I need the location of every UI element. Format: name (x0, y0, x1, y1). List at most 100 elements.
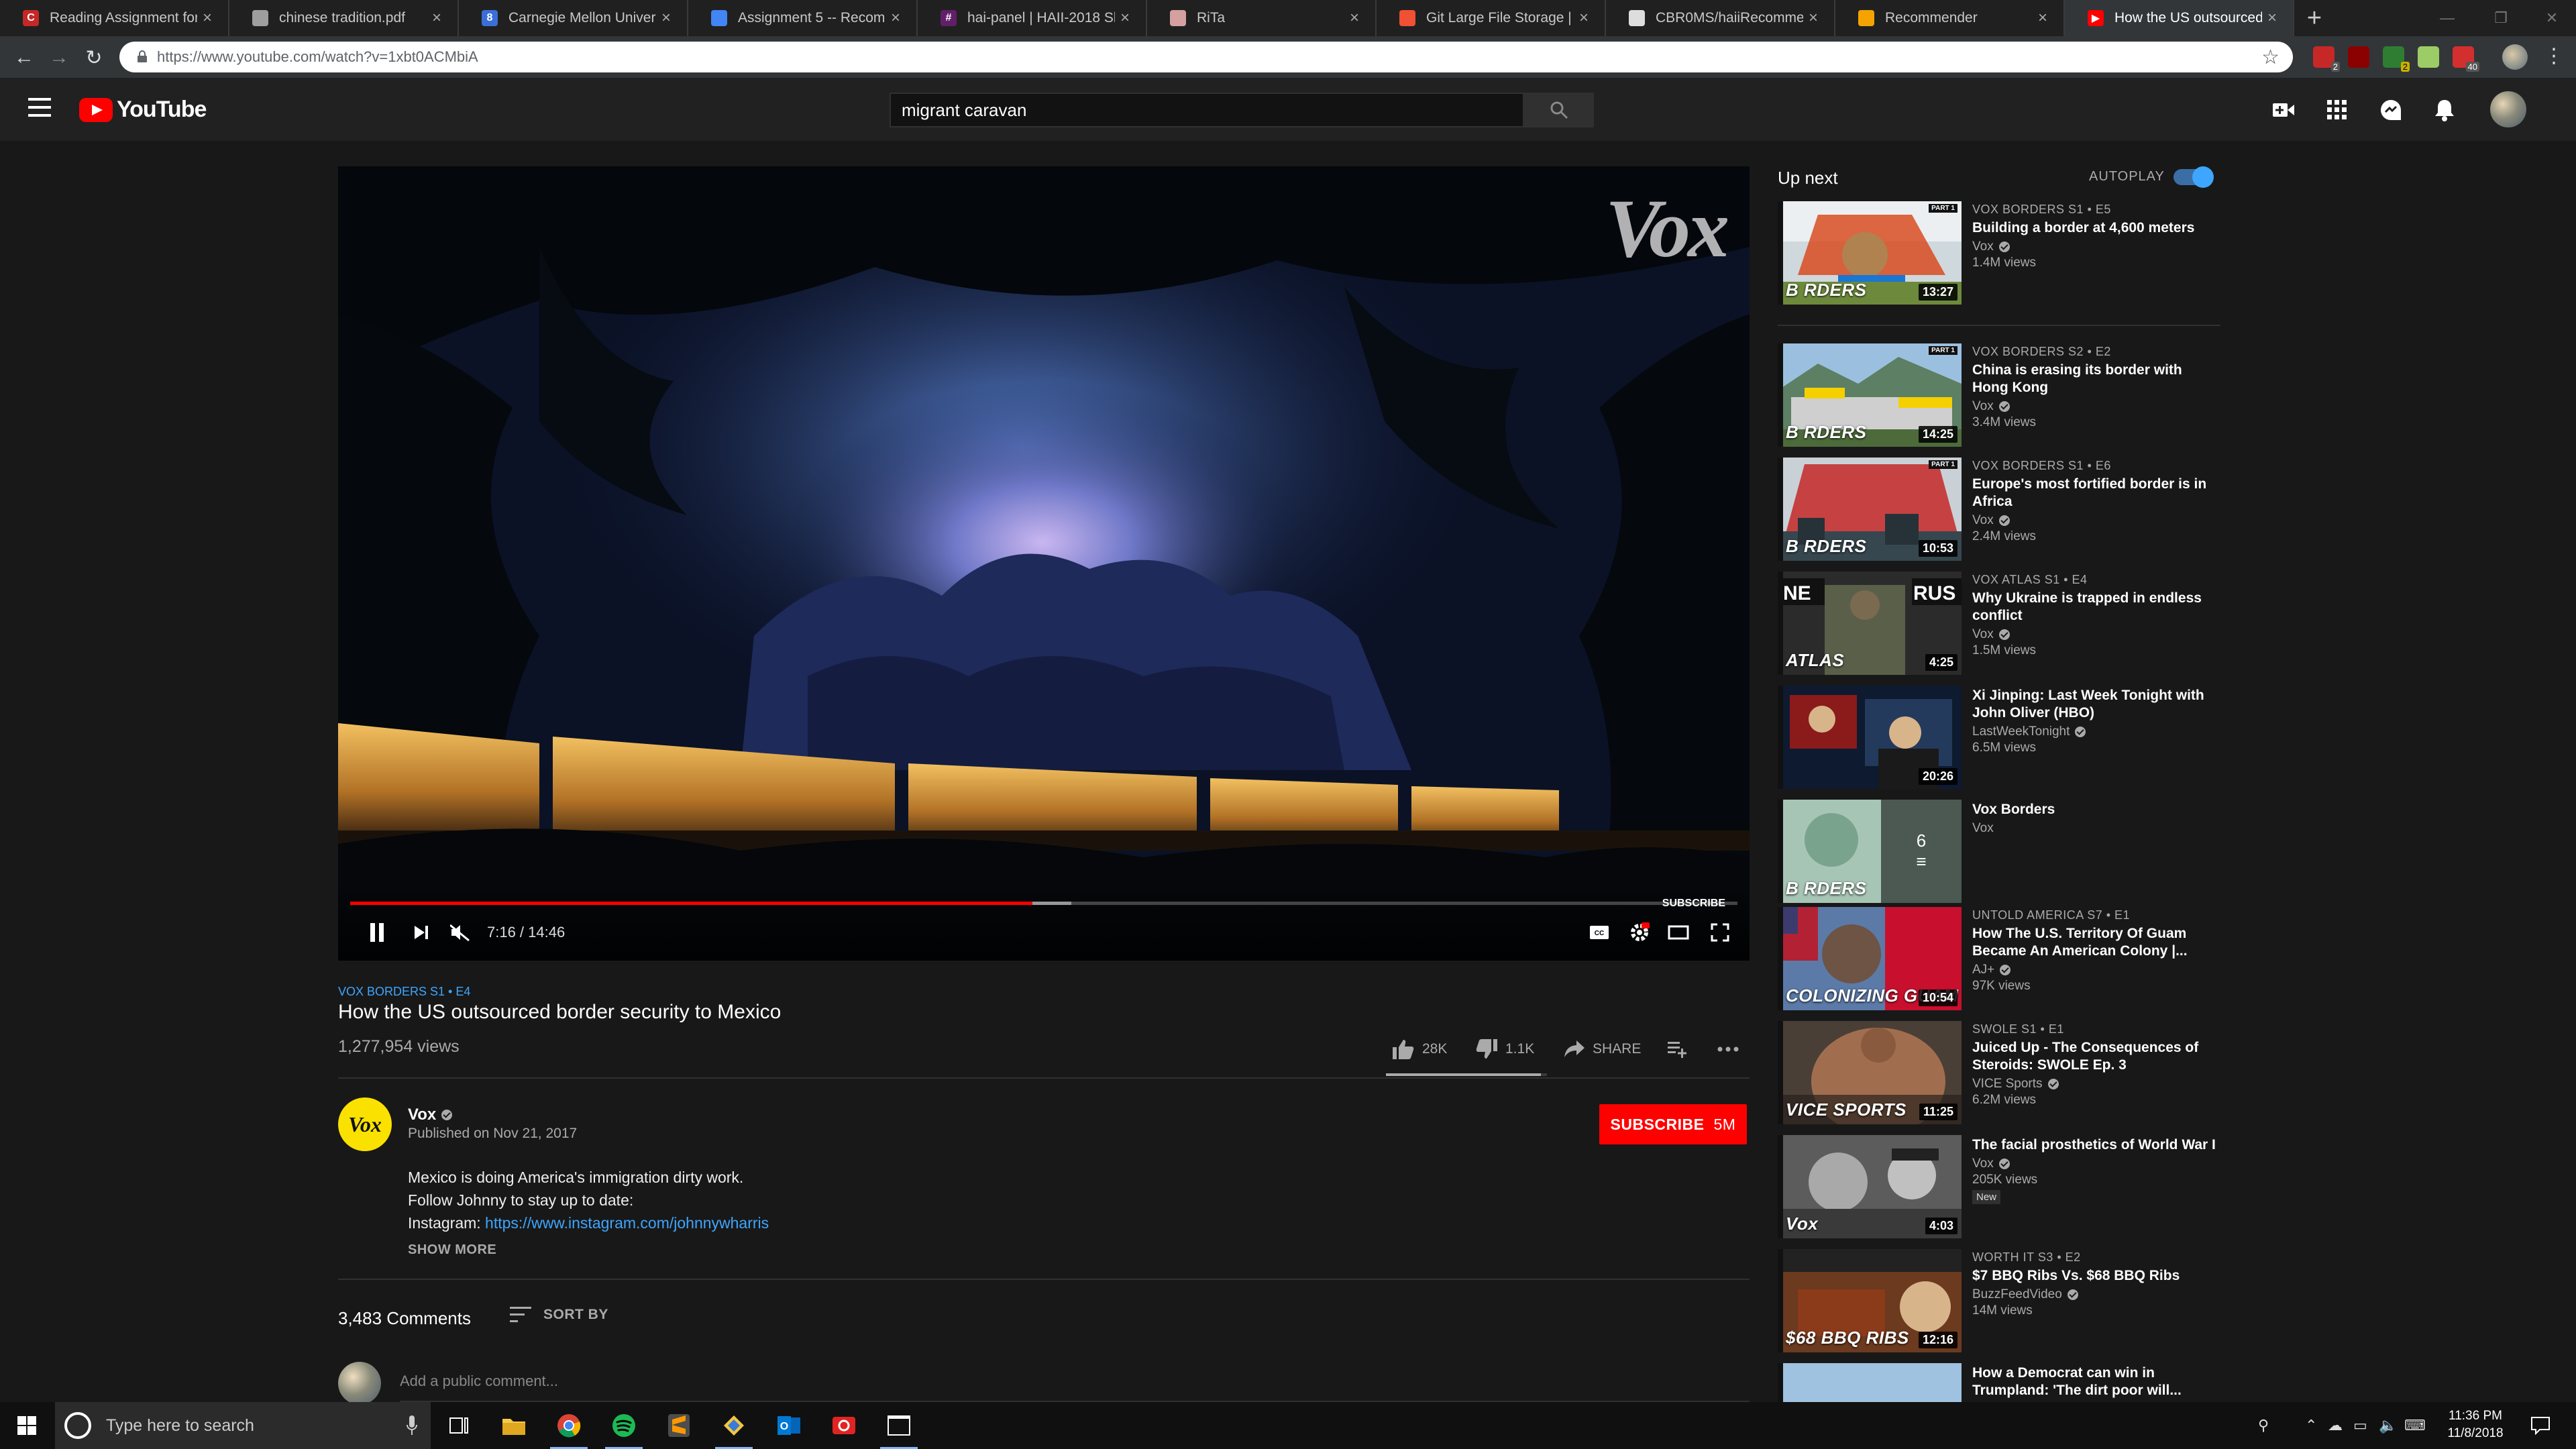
microphone-icon[interactable] (407, 1415, 417, 1436)
settings-gear-icon[interactable] (1626, 918, 1653, 947)
recommended-title[interactable]: China is erasing its border with Hong Ko… (1972, 362, 2220, 396)
comment-input[interactable] (400, 1362, 1750, 1402)
onedrive-cloud-icon[interactable]: ☁ (2328, 1402, 2343, 1449)
recommended-video[interactable]: B RDERS 6 ≡ Vox Borders Vox (1778, 800, 2220, 904)
browser-tab[interactable]: # hai-panel | HAII-2018 Slack × (918, 0, 1147, 36)
notifications-bell-icon[interactable] (2432, 98, 2457, 122)
volume-icon[interactable]: 🔈 (2379, 1402, 2397, 1449)
channel-name[interactable]: Vox (408, 1106, 453, 1124)
recommended-video[interactable]: Vox 4:03 The facial prosthetics of World W… (1778, 1135, 2220, 1240)
channel-avatar[interactable]: Vox (338, 1097, 392, 1151)
next-video-icon[interactable] (407, 918, 436, 947)
recommended-title[interactable]: How a Democrat can win in Trumpland: 'Th… (1972, 1364, 2220, 1399)
video-thumbnail[interactable]: B RDERS PART 1 14:25 (1778, 343, 1962, 447)
show-hidden-icons-chevron-icon[interactable]: ⌃ (2305, 1402, 2317, 1449)
browser-menu-icon[interactable]: ⋮ (2544, 44, 2564, 68)
recommended-video[interactable]: B RDERS PART 1 10:53 VOX BORDERS S1 • E6 Eur… (1778, 458, 2220, 562)
browser-tab[interactable]: chinese tradition.pdf × (229, 0, 459, 36)
recommended-title[interactable]: The facial prosthetics of World War I (1972, 1136, 2220, 1154)
minimize-window-icon[interactable]: — (2420, 0, 2474, 36)
video-thumbnail[interactable]: Vox 4:03 (1778, 1135, 1962, 1238)
youtube-logo[interactable]: YouTube (79, 97, 207, 123)
muted-volume-icon[interactable] (445, 918, 475, 947)
tab-close-icon[interactable]: × (1809, 9, 1818, 28)
tab-close-icon[interactable]: × (203, 9, 212, 28)
tab-close-icon[interactable]: × (2038, 9, 2047, 28)
video-thumbnail[interactable]: $68 BBQ RIBS 12:16 (1778, 1249, 1962, 1352)
taskbar-clock[interactable]: 11:36 PM 11/8/2018 (2435, 1407, 2516, 1442)
search-input[interactable] (891, 94, 1523, 126)
video-series-link[interactable]: VOX BORDERS S1 • E4 (338, 985, 470, 999)
recommended-video[interactable]: B RDERS PART 1 13:27 VOX BORDERS S1 • E5 Bui… (1778, 201, 2220, 306)
terminal-window-icon[interactable] (872, 1402, 926, 1449)
browser-tab[interactable]: Recommender × (1835, 0, 2065, 36)
sketch-app-icon[interactable] (707, 1402, 761, 1449)
extension-icon-5[interactable]: 40 (2453, 46, 2479, 72)
tab-close-icon[interactable]: × (1579, 9, 1589, 28)
more-actions-button[interactable] (1717, 1037, 1747, 1061)
subscribe-button[interactable]: SUBSCRIBE 5M (1599, 1104, 1747, 1144)
like-button[interactable]: 28K (1393, 1037, 1447, 1061)
recommended-title[interactable]: How The U.S. Territory Of Guam Became An… (1972, 925, 2220, 960)
video-thumbnail[interactable]: COLONIZING GUAM 10:54 (1778, 907, 1962, 1010)
recommended-title[interactable]: Xi Jinping: Last Week Tonight with John … (1972, 687, 2220, 722)
network-icon[interactable]: ▭ (2353, 1402, 2367, 1449)
video-thumbnail[interactable] (1778, 1363, 1962, 1402)
extension-icon-3[interactable]: 2 (2383, 46, 2410, 72)
browser-tab[interactable]: ▶ How the US outsourced bo × (2065, 0, 2294, 36)
forward-icon[interactable]: → (46, 44, 72, 71)
recommended-title[interactable]: $7 BBQ Ribs Vs. $68 BBQ Ribs (1972, 1267, 2220, 1285)
recommended-channel[interactable]: Vox (1972, 627, 2220, 642)
search-button[interactable] (1524, 93, 1594, 127)
recommended-channel[interactable]: Vox (1972, 1157, 2220, 1171)
autoplay-toggle[interactable] (2174, 166, 2214, 188)
browser-profile-avatar[interactable] (2502, 44, 2528, 70)
extension-icon-4[interactable] (2418, 46, 2439, 68)
close-window-icon[interactable]: ✕ (2528, 0, 2576, 36)
video-thumbnail[interactable]: NE RUS ATLAS 4:25 (1778, 572, 1962, 675)
recommended-title[interactable]: Europe's most fortified border is in Afr… (1972, 476, 2220, 511)
recommended-title[interactable]: Juiced Up - The Consequences of Steroids… (1972, 1039, 2220, 1074)
apps-grid-icon[interactable] (2325, 98, 2349, 122)
recommended-title[interactable]: Why Ukraine is trapped in endless confli… (1972, 590, 2220, 625)
video-thumbnail[interactable]: VICE SPORTS 11:25 (1778, 1021, 1962, 1124)
tab-close-icon[interactable]: × (2267, 9, 2277, 28)
chrome-taskbar-icon[interactable] (542, 1402, 596, 1449)
taskbar-search-box[interactable]: Type here to search (55, 1402, 431, 1449)
recommended-channel[interactable]: Vox (1972, 513, 2220, 528)
share-button[interactable]: SHARE (1564, 1037, 1641, 1061)
recommended-channel[interactable]: AJ+ (1972, 963, 2220, 977)
extension-icon-1[interactable]: 2 (2313, 46, 2340, 72)
outlook-icon[interactable]: O (762, 1402, 816, 1449)
browser-tab[interactable]: Assignment 5 -- Recomme × (688, 0, 918, 36)
browser-tab[interactable]: CBR0MS/haiiRecommende × (1606, 0, 1835, 36)
tab-close-icon[interactable]: × (661, 9, 671, 28)
bookmark-star-icon[interactable]: ☆ (2261, 46, 2279, 69)
browser-tab[interactable]: 8 Carnegie Mellon University × (459, 0, 688, 36)
video-thumbnail[interactable]: B RDERS PART 1 13:27 (1778, 201, 1962, 305)
recommended-video[interactable]: 20:26 Xi Jinping: Last Week Tonight with … (1778, 686, 2220, 790)
subscribe-watermark[interactable]: SUBSCRIBE (1662, 898, 1725, 910)
instagram-link[interactable]: https://www.instagram.com/johnnywharris (485, 1214, 769, 1232)
recommended-video[interactable]: B RDERS PART 1 14:25 VOX BORDERS S2 • E2 Chi… (1778, 343, 2220, 448)
recommended-channel[interactable]: Vox (1972, 239, 2220, 254)
keyboard-input-icon[interactable]: ⌨ (2404, 1402, 2426, 1449)
recommended-video[interactable]: NE RUS ATLAS 4:25 VOX ATLAS S1 • E4 Why Ukrai… (1778, 572, 2220, 676)
create-video-icon[interactable] (2271, 98, 2296, 122)
recommended-video[interactable]: VICE SPORTS 11:25 SWOLE S1 • E1 Juiced Up -… (1778, 1021, 2220, 1126)
extension-icon-2[interactable] (2348, 46, 2369, 68)
file-explorer-icon[interactable] (487, 1402, 541, 1449)
add-to-playlist-button[interactable] (1668, 1037, 1696, 1061)
new-tab-icon[interactable]: + (2294, 0, 2334, 36)
fullscreen-icon[interactable] (1707, 918, 1733, 947)
task-view-icon[interactable] (432, 1402, 486, 1449)
recommended-video[interactable]: $68 BBQ RIBS 12:16 WORTH IT S3 • E2 $7 BBQ … (1778, 1249, 2220, 1354)
restore-window-icon[interactable]: ❐ (2474, 0, 2528, 36)
tab-close-icon[interactable]: × (432, 9, 441, 28)
captions-icon[interactable]: CC (1586, 918, 1613, 947)
sublime-text-icon[interactable] (652, 1402, 706, 1449)
browser-tab[interactable]: Git Large File Storage | Git × (1377, 0, 1606, 36)
action-center-icon[interactable] (2530, 1402, 2551, 1449)
recommended-channel[interactable]: BuzzFeedVideo (1972, 1287, 2220, 1302)
recommended-channel[interactable]: Vox (1972, 821, 2220, 836)
